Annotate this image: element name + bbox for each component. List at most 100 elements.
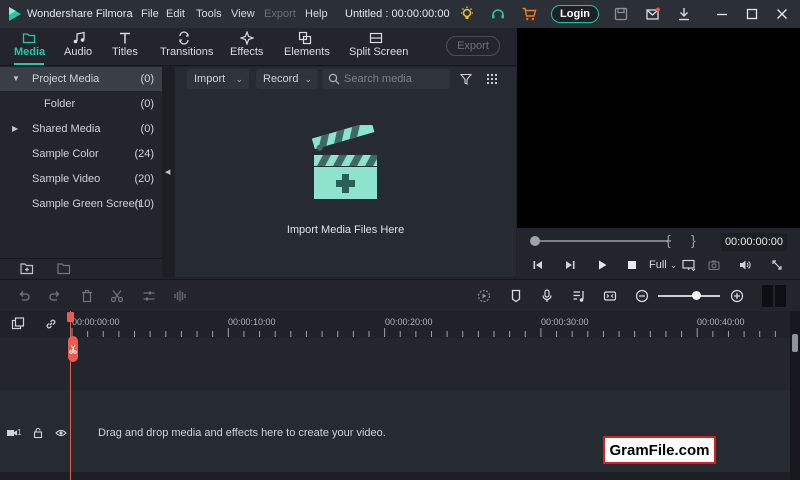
quality-dropdown[interactable]: Full ⌄: [649, 259, 677, 271]
tab-transitions[interactable]: Transitions: [160, 28, 214, 66]
tab-titles-label: Titles: [112, 46, 138, 58]
marker-icon[interactable]: [509, 289, 523, 303]
menu-file[interactable]: File: [141, 8, 159, 20]
export-button[interactable]: Export: [446, 36, 500, 56]
timeline-toolbar: [0, 279, 800, 311]
headset-support-icon[interactable]: [490, 6, 506, 22]
display-settings-icon[interactable]: [682, 259, 696, 271]
import-media-hint[interactable]: Import Media Files Here: [175, 224, 516, 236]
voiceover-list-icon[interactable]: [572, 289, 586, 303]
lightbulb-icon[interactable]: [459, 6, 475, 22]
title-bar: Wondershare Filmora File Edit Tools View…: [0, 0, 800, 28]
expand-down-icon[interactable]: ▼: [12, 74, 20, 83]
timeline-ruler[interactable]: 00:00:00:00 00:00:10:00 00:00:20:00 00:0…: [0, 311, 800, 338]
minimize-icon[interactable]: [714, 6, 730, 22]
tab-split-screen[interactable]: Split Screen: [349, 28, 408, 66]
library-item-folder[interactable]: Folder (0): [0, 92, 162, 116]
playhead-handle[interactable]: [67, 312, 74, 322]
record-dropdown[interactable]: Record ⌄: [256, 69, 318, 89]
library-item-name: Sample Green Screen: [32, 198, 141, 210]
library-footer: [0, 258, 162, 278]
tab-audio[interactable]: Audio: [64, 28, 94, 66]
tab-media[interactable]: Media: [14, 28, 45, 66]
split-screen-icon: [369, 32, 383, 44]
new-folder-icon[interactable]: [20, 262, 34, 275]
library-item-project-media[interactable]: ▼ Project Media (0): [0, 67, 162, 91]
close-icon[interactable]: [774, 6, 790, 22]
library-item-count: (20): [134, 173, 154, 185]
redo-icon[interactable]: [48, 289, 62, 303]
playback-scrubber-handle[interactable]: [530, 236, 540, 246]
maximize-icon[interactable]: [744, 6, 760, 22]
library-item-sample-color[interactable]: Sample Color (24): [0, 142, 162, 166]
volume-icon[interactable]: [739, 259, 751, 271]
login-label: Login: [560, 8, 590, 20]
audio-meter-left: [762, 285, 773, 307]
menu-help[interactable]: Help: [305, 8, 328, 20]
tab-titles[interactable]: Titles: [112, 28, 138, 66]
ruler-label: 00:00:00:00: [72, 317, 120, 327]
undo-icon[interactable]: [17, 289, 31, 303]
audio-waveform-icon[interactable]: [173, 289, 187, 303]
menu-tools[interactable]: Tools: [196, 8, 222, 20]
tab-transitions-label: Transitions: [160, 46, 214, 58]
tab-elements[interactable]: Elements: [284, 28, 330, 66]
scrollbar-thumb[interactable]: [792, 334, 798, 352]
previous-frame-icon[interactable]: [532, 259, 544, 271]
chevron-down-icon: ⌄: [304, 74, 312, 84]
audio-meter-right: [775, 285, 786, 307]
playback-scrubber-track[interactable]: [535, 240, 671, 242]
timeline-empty-lane[interactable]: [0, 338, 790, 390]
library-item-sample-green-screen[interactable]: Sample Green Screen (10): [0, 192, 162, 216]
transition-icon: [179, 31, 189, 45]
play-icon[interactable]: [596, 259, 608, 271]
eye-visibility-icon[interactable]: [55, 427, 67, 439]
stop-icon[interactable]: [626, 259, 638, 271]
search-media-input[interactable]: Search media: [322, 69, 450, 89]
fullscreen-icon[interactable]: [771, 259, 783, 271]
import-dropdown[interactable]: Import ⌄: [187, 69, 249, 89]
cart-icon[interactable]: [521, 6, 537, 22]
detach-icon[interactable]: [603, 289, 617, 303]
microphone-icon[interactable]: [540, 289, 554, 303]
zoom-out-icon[interactable]: [635, 289, 649, 303]
scissors-icon: [69, 344, 77, 354]
next-frame-icon[interactable]: [564, 259, 576, 271]
text-t-icon: [120, 32, 130, 44]
folder-icon[interactable]: [57, 262, 71, 275]
library-item-shared-media[interactable]: ▶ Shared Media (0): [0, 117, 162, 141]
delete-icon[interactable]: [80, 289, 94, 303]
grid-view-icon[interactable]: [486, 73, 498, 85]
mark-in-button[interactable]: {: [666, 232, 671, 248]
playhead-scissors-marker[interactable]: [68, 336, 78, 362]
scissors-cut-icon[interactable]: [110, 289, 124, 303]
expand-right-icon[interactable]: ▶: [12, 124, 18, 133]
lock-icon[interactable]: [32, 427, 44, 439]
menu-view[interactable]: View: [231, 8, 255, 20]
zoom-in-icon[interactable]: [730, 289, 744, 303]
menu-edit[interactable]: Edit: [166, 8, 185, 20]
library-item-name: Sample Color: [32, 148, 99, 160]
library-item-sample-video[interactable]: Sample Video (20): [0, 167, 162, 191]
mark-out-button[interactable]: }: [691, 232, 696, 248]
collapse-left-icon[interactable]: ◀: [165, 168, 170, 176]
timeline-drop-hint: Drag and drop media and effects here to …: [98, 427, 386, 439]
download-icon[interactable]: [676, 6, 692, 22]
clapperboard-add-icon[interactable]: [311, 125, 381, 201]
render-preview-icon[interactable]: [477, 289, 491, 303]
filter-icon[interactable]: [460, 73, 472, 85]
save-icon[interactable]: [613, 6, 629, 22]
mail-notification-icon[interactable]: [645, 6, 661, 22]
zoom-slider-track[interactable]: [658, 295, 720, 297]
snapshot-camera-icon[interactable]: [708, 259, 720, 271]
tab-effects[interactable]: Effects: [230, 28, 266, 66]
menu-export[interactable]: Export: [264, 8, 296, 20]
adjust-sliders-icon[interactable]: [142, 289, 156, 303]
ruler-label: 00:00:40:00: [697, 317, 745, 327]
library-item-name: Folder: [44, 98, 76, 110]
zoom-slider-handle[interactable]: [691, 291, 701, 300]
search-icon: [328, 73, 340, 85]
quality-value: Full: [649, 259, 667, 271]
login-button[interactable]: Login: [551, 5, 599, 23]
search-placeholder: Search media: [344, 73, 412, 85]
